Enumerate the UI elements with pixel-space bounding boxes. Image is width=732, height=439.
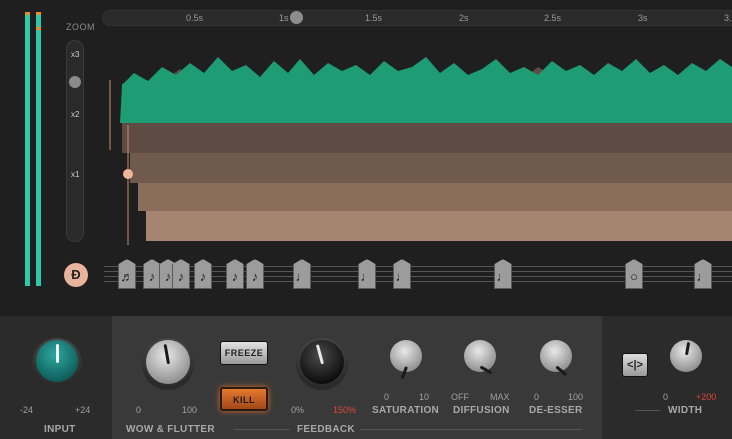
wow-max-label: 100: [182, 405, 198, 415]
input-meter-right: [36, 14, 41, 286]
width-max-label: +200: [696, 392, 717, 402]
zoom-level-x3[interactable]: x3: [71, 50, 79, 59]
time-label: 1s: [279, 13, 289, 23]
time-label: 2s: [459, 13, 469, 23]
tap-tempo-icon[interactable]: Ð: [64, 263, 88, 287]
zoom-level-x1[interactable]: x1: [71, 170, 79, 179]
input-knob[interactable]: [36, 340, 78, 382]
feedback-knob-pointer: [315, 344, 324, 365]
diffusion-knob[interactable]: [464, 340, 496, 375]
wow-knob-pointer: [163, 344, 170, 365]
time-label: 3.: [724, 13, 732, 23]
kill-button[interactable]: KILL: [220, 387, 268, 411]
tap-marker[interactable]: [123, 169, 133, 179]
saturation-label: SATURATION: [372, 405, 440, 416]
meter-hold-right: [36, 27, 41, 30]
feedback-knob[interactable]: [300, 340, 344, 384]
note-flag[interactable]: ♪: [226, 259, 244, 289]
saturation-knob[interactable]: [390, 340, 422, 380]
de-esser-min-label: 0: [534, 392, 540, 402]
diffusion-label: DIFFUSION: [453, 405, 510, 416]
wow-min-label: 0: [136, 405, 142, 415]
note-flag[interactable]: ♩: [393, 259, 411, 289]
diffusion-max-label: MAX: [490, 392, 510, 402]
time-position-handle[interactable]: [290, 11, 303, 24]
feedback-section-line-right: [360, 429, 582, 430]
note-flag[interactable]: ♪: [143, 259, 161, 289]
width-knob-pointer: [684, 341, 690, 356]
de-esser-max-label: 100: [568, 392, 584, 402]
time-label: 0.5s: [186, 13, 204, 23]
meter-peak-right: [36, 12, 41, 15]
note-flag[interactable]: ♬: [118, 259, 136, 289]
input-label: INPUT: [44, 424, 76, 435]
width-label: WIDTH: [668, 405, 703, 416]
zoom-slider[interactable]: [66, 40, 84, 242]
note-flag[interactable]: ♩: [358, 259, 376, 289]
note-flag[interactable]: ♩: [494, 259, 512, 289]
feedback-section-line-left: [234, 429, 290, 430]
zoom-title: ZOOM: [66, 22, 95, 32]
zoom-slider-handle[interactable]: [69, 76, 81, 88]
de-esser-knob[interactable]: [540, 340, 572, 377]
feedback-label: FEEDBACK: [297, 424, 355, 435]
input-meter-left: [25, 14, 30, 286]
feedback-min-label: 0%: [291, 405, 305, 415]
input-min-label: -24: [20, 405, 34, 415]
stereo-swap-icon[interactable]: <|>: [622, 353, 648, 377]
diffusion-min-label: OFF: [451, 392, 469, 402]
time-label: 3s: [638, 13, 648, 23]
freeze-button[interactable]: FREEZE: [220, 341, 268, 365]
input-max-label: +24: [75, 405, 91, 415]
width-knob[interactable]: [670, 340, 702, 372]
time-label: 1.5s: [365, 13, 383, 23]
note-flag[interactable]: ♪: [172, 259, 190, 289]
width-min-label: 0: [663, 392, 669, 402]
de-esser-label: DE-ESSER: [529, 405, 583, 416]
zoom-level-x2[interactable]: x2: [71, 110, 79, 119]
saturation-max-label: 10: [419, 392, 430, 402]
note-flag[interactable]: ○: [625, 259, 643, 289]
time-label: 2.5s: [544, 13, 562, 23]
width-section-line: [635, 410, 660, 411]
meter-peak-left: [25, 12, 30, 15]
note-flag[interactable]: ♪: [246, 259, 264, 289]
input-waveform: [120, 57, 732, 123]
delay-waveform-display: [109, 57, 732, 245]
saturation-min-label: 0: [384, 392, 390, 402]
note-flag[interactable]: ♩: [694, 259, 712, 289]
feedback-max-label: 150%: [333, 405, 357, 415]
wow-flutter-knob[interactable]: [146, 340, 190, 384]
input-knob-pointer: [55, 344, 59, 363]
note-flag[interactable]: ♩: [293, 259, 311, 289]
note-flag[interactable]: ♪: [194, 259, 212, 289]
wow-label: WOW & FLUTTER: [126, 424, 215, 435]
width-panel: [602, 316, 732, 439]
